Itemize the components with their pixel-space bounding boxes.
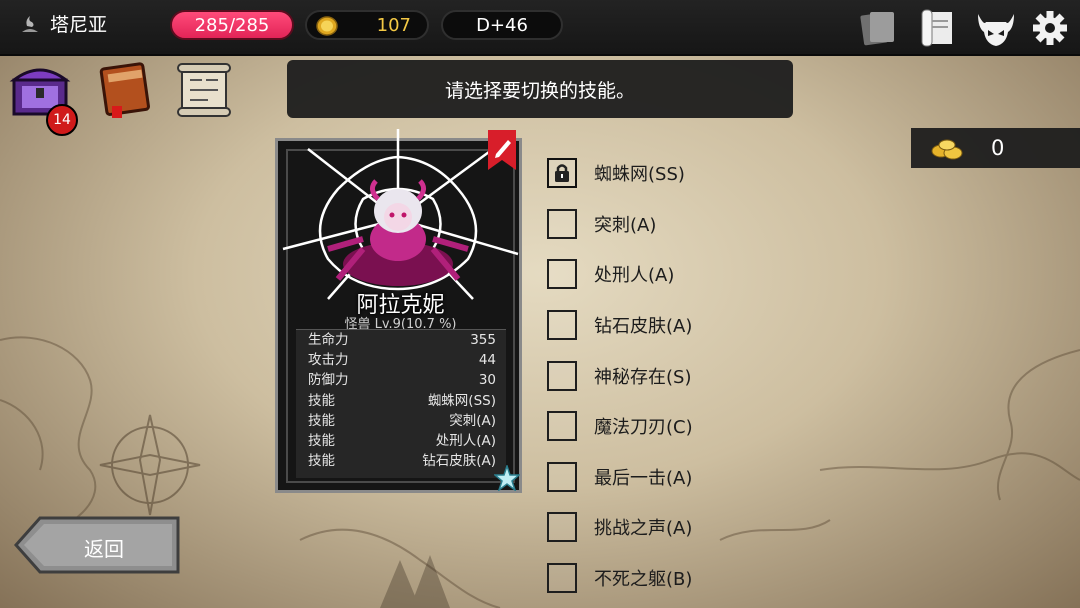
skill-checkbox[interactable] <box>547 512 577 542</box>
stat-value: 355 <box>470 332 496 348</box>
skill-checkbox[interactable] <box>547 411 577 441</box>
skill-option[interactable]: 神秘存在(S) <box>547 356 691 396</box>
stat-value: 30 <box>478 372 496 389</box>
gem-amount: 0 <box>991 136 1005 160</box>
back-label: 返回 <box>84 537 124 561</box>
skill-label: 不死之躯(B) <box>594 569 693 590</box>
stat-label: 攻击力 <box>308 352 349 369</box>
stat-value: 钻石皮肤(A) <box>422 453 496 470</box>
location: 塔尼亚 <box>18 10 107 37</box>
skill-label: 钻石皮肤(A) <box>594 316 693 337</box>
stat-label: 技能 <box>308 453 335 470</box>
skill-option[interactable]: 挑战之声(A) <box>547 507 692 547</box>
gold-display: 107 <box>305 10 429 40</box>
stat-row: 攻击力 44 <box>296 350 506 370</box>
gold-amount: 107 <box>376 14 411 36</box>
stat-label: 防御力 <box>308 372 349 389</box>
skill-label: 突刺(A) <box>594 215 657 236</box>
skill-option[interactable]: 魔法刀刃(C) <box>547 406 693 446</box>
skill-option[interactable]: 最后一击(A) <box>547 457 692 497</box>
skill-checkbox[interactable] <box>547 462 577 492</box>
campfire-icon <box>22 15 38 32</box>
chest-count-badge: 14 <box>46 104 78 136</box>
skill-checkbox[interactable] <box>547 209 577 239</box>
stat-row: 生命力 355 <box>296 330 506 350</box>
instruction-banner: 请选择要切换的技能。 <box>287 60 793 118</box>
stat-value: 突刺(A) <box>449 412 496 429</box>
skill-checkbox[interactable] <box>547 158 577 188</box>
stat-value: 蜘蛛网(SS) <box>427 392 496 409</box>
stat-label: 技能 <box>308 412 335 429</box>
card-frame: 阿拉克妮 怪兽 Lv.9(10.7 %) 生命力 355 攻击力 44 防御力 30 … <box>282 129 519 483</box>
stats-table: 生命力 355 攻击力 44 防御力 30 技能 蜘蛛网(SS) 技能 突刺(A) 技能处… <box>296 329 506 478</box>
skill-label: 魔法刀刃(C) <box>594 417 693 438</box>
skill-label: 最后一击(A) <box>594 468 693 489</box>
edit-icon[interactable] <box>488 130 516 170</box>
stat-value: 44 <box>478 352 496 369</box>
day-counter: D+46 <box>441 10 563 40</box>
lock-icon <box>555 164 569 182</box>
skill-label: 神秘存在(S) <box>594 367 692 388</box>
skill-label: 蜘蛛网(SS) <box>594 164 685 185</box>
gem-counter: 0 <box>911 128 1080 168</box>
stat-row: 技能 蜘蛛网(SS) <box>296 391 506 411</box>
skill-option[interactable]: 突刺(A) <box>547 204 656 244</box>
skill-checkbox[interactable] <box>547 310 577 340</box>
stat-label: 生命力 <box>308 332 349 348</box>
map-scroll-icon[interactable] <box>172 58 236 122</box>
skill-option[interactable]: 不死之躯(B) <box>547 558 692 598</box>
book-icon[interactable] <box>94 58 158 122</box>
star-icon <box>494 465 520 491</box>
stat-label: 技能 <box>308 392 335 409</box>
character-card: 阿拉克妮 怪兽 Lv.9(10.7 %) 生命力 355 攻击力 44 防御力 30 … <box>275 129 522 493</box>
stat-label: 技能 <box>308 432 335 449</box>
stat-row: 防御力 30 <box>296 370 506 390</box>
gear-icon[interactable] <box>1030 8 1070 48</box>
stat-row: 技能 钻石皮肤(A) <box>296 451 506 471</box>
hp-display: 285/285 <box>170 10 294 40</box>
skill-checkbox[interactable] <box>547 563 577 593</box>
skill-checkbox[interactable] <box>547 361 577 391</box>
skill-label: 处刑人(A) <box>594 265 675 286</box>
back-button[interactable]: 返回 <box>14 516 180 574</box>
skill-option[interactable]: 蜘蛛网(SS) <box>547 153 685 193</box>
skill-checkbox[interactable] <box>547 259 577 289</box>
cards-icon[interactable] <box>858 8 898 48</box>
skill-option[interactable]: 钻石皮肤(A) <box>547 305 692 345</box>
scroll-icon[interactable] <box>918 8 958 48</box>
gold-pile-icon <box>931 139 963 160</box>
stat-row: 技能 处刑人(A) <box>296 431 506 451</box>
skill-label: 挑战之声(A) <box>594 518 693 539</box>
demon-mask-icon[interactable] <box>976 8 1016 48</box>
top-bar: 塔尼亚 285/285 107 D+46 <box>0 0 1080 56</box>
stat-row: 技能 突刺(A) <box>296 411 506 431</box>
stat-value: 处刑人(A) <box>435 432 496 449</box>
location-name: 塔尼亚 <box>50 14 108 36</box>
gold-coin-icon <box>316 16 338 36</box>
skill-option[interactable]: 处刑人(A) <box>547 254 674 294</box>
